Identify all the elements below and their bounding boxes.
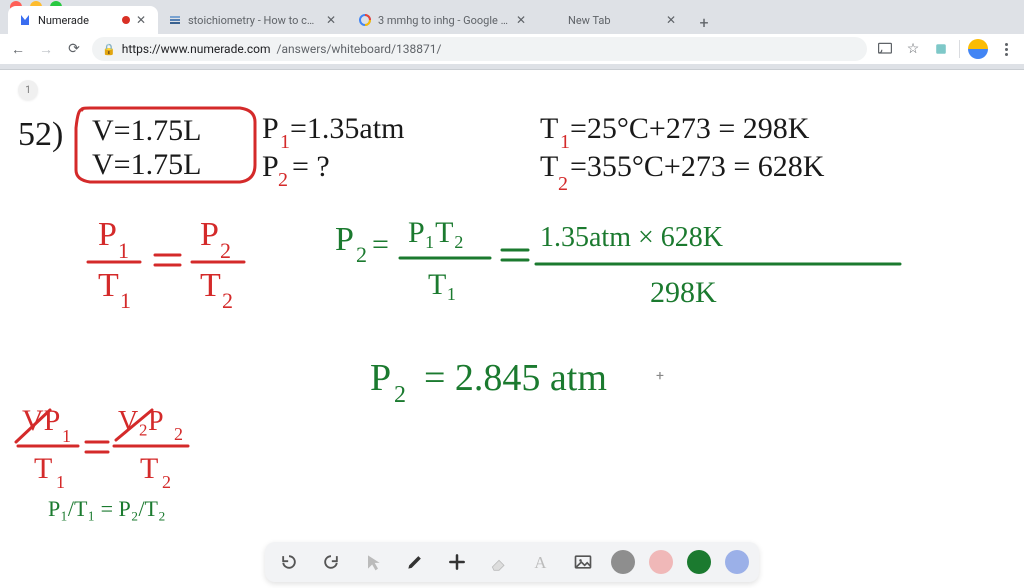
result-left: P	[370, 357, 391, 399]
problem-number-text: 52)	[18, 116, 63, 153]
p2eq-left: P	[335, 221, 354, 258]
image-tool-button[interactable]	[569, 548, 597, 576]
tab-numerade[interactable]: Numerade ✕	[8, 6, 158, 34]
p2eq-fden: T₁	[428, 268, 457, 301]
frac1-lden-sub: 1	[120, 288, 131, 313]
back-button[interactable]: ←	[8, 39, 28, 59]
blank-favicon-icon	[548, 13, 562, 27]
tab-new-tab[interactable]: New Tab ✕	[538, 6, 688, 34]
t1-label: T	[540, 112, 558, 145]
v1-text: V=1.75L	[92, 114, 201, 147]
url-bar[interactable]: 🔒 https://www.numerade.com/answers/white…	[92, 37, 867, 61]
p2-sub: 2	[278, 169, 288, 191]
extension-icon[interactable]	[931, 39, 951, 59]
v2-text: V=1.75L	[92, 148, 201, 181]
frac1-lden: T	[98, 267, 119, 304]
p2-label: P	[262, 150, 279, 183]
svg-text:=: =	[372, 228, 389, 261]
cross-lden-sub: 1	[56, 472, 65, 492]
undo-button[interactable]	[275, 548, 303, 576]
cast-icon[interactable]	[875, 39, 895, 59]
result-val: = 2.845 atm	[424, 357, 607, 399]
cursor-crosshair-icon: +	[656, 368, 664, 384]
redo-button[interactable]	[317, 548, 345, 576]
url-path: /answers/whiteboard/138871/	[277, 42, 442, 56]
color-grey-button[interactable]	[611, 550, 635, 574]
cross-rden: T	[140, 452, 158, 485]
handwriting-layer: 52) V=1.75L V=1.75L P 1 =1.35atm P 2 = ?…	[0, 70, 1024, 588]
lock-icon: 🔒	[102, 43, 116, 56]
numerade-favicon-icon	[18, 13, 32, 27]
frac1-lnum: P	[98, 216, 117, 253]
t2-val: =355°C+273 = 628K	[570, 150, 825, 183]
tab-google-search[interactable]: 3 mmhg to inhg - Google Sear ✕	[348, 6, 538, 34]
p2eq-rden: 298K	[650, 276, 717, 309]
p1-sub: 1	[280, 131, 290, 153]
frac1-rden-sub: 2	[222, 288, 233, 313]
frac1-lnum-sub: 1	[118, 238, 129, 263]
recording-indicator-icon	[122, 16, 130, 24]
tab-label: New Tab	[568, 14, 660, 27]
reload-button[interactable]: ⟳	[64, 39, 84, 59]
frac1-rnum-sub: 2	[220, 238, 231, 263]
cross-lden: T	[34, 452, 52, 485]
kebab-menu-icon[interactable]	[996, 39, 1016, 59]
frac1-rden: T	[200, 267, 221, 304]
p2eq-rnum: 1.35atm × 628K	[540, 222, 723, 253]
svg-text:A: A	[534, 553, 546, 572]
color-green-button[interactable]	[687, 550, 711, 574]
forward-button[interactable]: →	[36, 39, 56, 59]
url-host: https://www.numerade.com	[122, 42, 271, 56]
whiteboard-canvas[interactable]: 1 52) V=1.75L V=1.75L P 1 =1.35atm P 2 =…	[0, 70, 1024, 588]
color-blue-button[interactable]	[725, 550, 749, 574]
p2eq-left-sub: 2	[356, 242, 367, 267]
whiteboard-toolbar: A	[265, 542, 759, 582]
stackexchange-favicon-icon	[168, 13, 182, 27]
tab-stoichiometry[interactable]: stoichiometry - How to calcula ✕	[158, 6, 348, 34]
browser-chrome: Numerade ✕ stoichiometry - How to calcul…	[0, 0, 1024, 70]
text-tool-button[interactable]: A	[527, 548, 555, 576]
tab-close-icon[interactable]: ✕	[326, 14, 338, 26]
frac1-rnum: P	[200, 216, 219, 253]
p1-label: P	[262, 112, 279, 145]
toolbar-divider	[959, 40, 960, 58]
star-icon[interactable]: ☆	[903, 39, 923, 59]
cross-rnum-sub: 2	[174, 424, 183, 444]
add-tool-button[interactable]	[443, 548, 471, 576]
pen-tool-button[interactable]	[401, 548, 429, 576]
t1-val: =25°C+273 = 298K	[570, 112, 810, 145]
tab-strip: Numerade ✕ stoichiometry - How to calcul…	[0, 6, 1024, 34]
p2eq-fnum: P₁T₂	[408, 216, 464, 249]
address-bar-row: ← → ⟳ 🔒 https://www.numerade.com/answers…	[0, 34, 1024, 64]
p1-val: =1.35atm	[290, 112, 404, 145]
tab-label: 3 mmhg to inhg - Google Sear	[378, 14, 510, 27]
simplify-text: P₁/T₁ = P₂/T₂	[48, 496, 166, 521]
t2-sub: 2	[558, 173, 568, 195]
tab-close-icon[interactable]: ✕	[136, 14, 148, 26]
p2-val: = ?	[292, 150, 330, 183]
google-favicon-icon	[358, 13, 372, 27]
new-tab-button[interactable]: +	[692, 10, 716, 34]
cross-lnum-sub: 1	[62, 426, 71, 446]
tab-close-icon[interactable]: ✕	[516, 14, 528, 26]
eraser-tool-button[interactable]	[485, 548, 513, 576]
result-left-sub: 2	[394, 382, 406, 408]
tab-close-icon[interactable]: ✕	[666, 14, 678, 26]
color-pink-button[interactable]	[649, 550, 673, 574]
t1-sub: 1	[560, 131, 570, 153]
pointer-tool-button[interactable]	[359, 548, 387, 576]
tab-label: Numerade	[38, 14, 112, 27]
tab-label: stoichiometry - How to calcula	[188, 14, 320, 27]
cross-rden-sub: 2	[162, 472, 171, 492]
t2-label: T	[540, 150, 558, 183]
profile-avatar-icon[interactable]	[968, 39, 988, 59]
